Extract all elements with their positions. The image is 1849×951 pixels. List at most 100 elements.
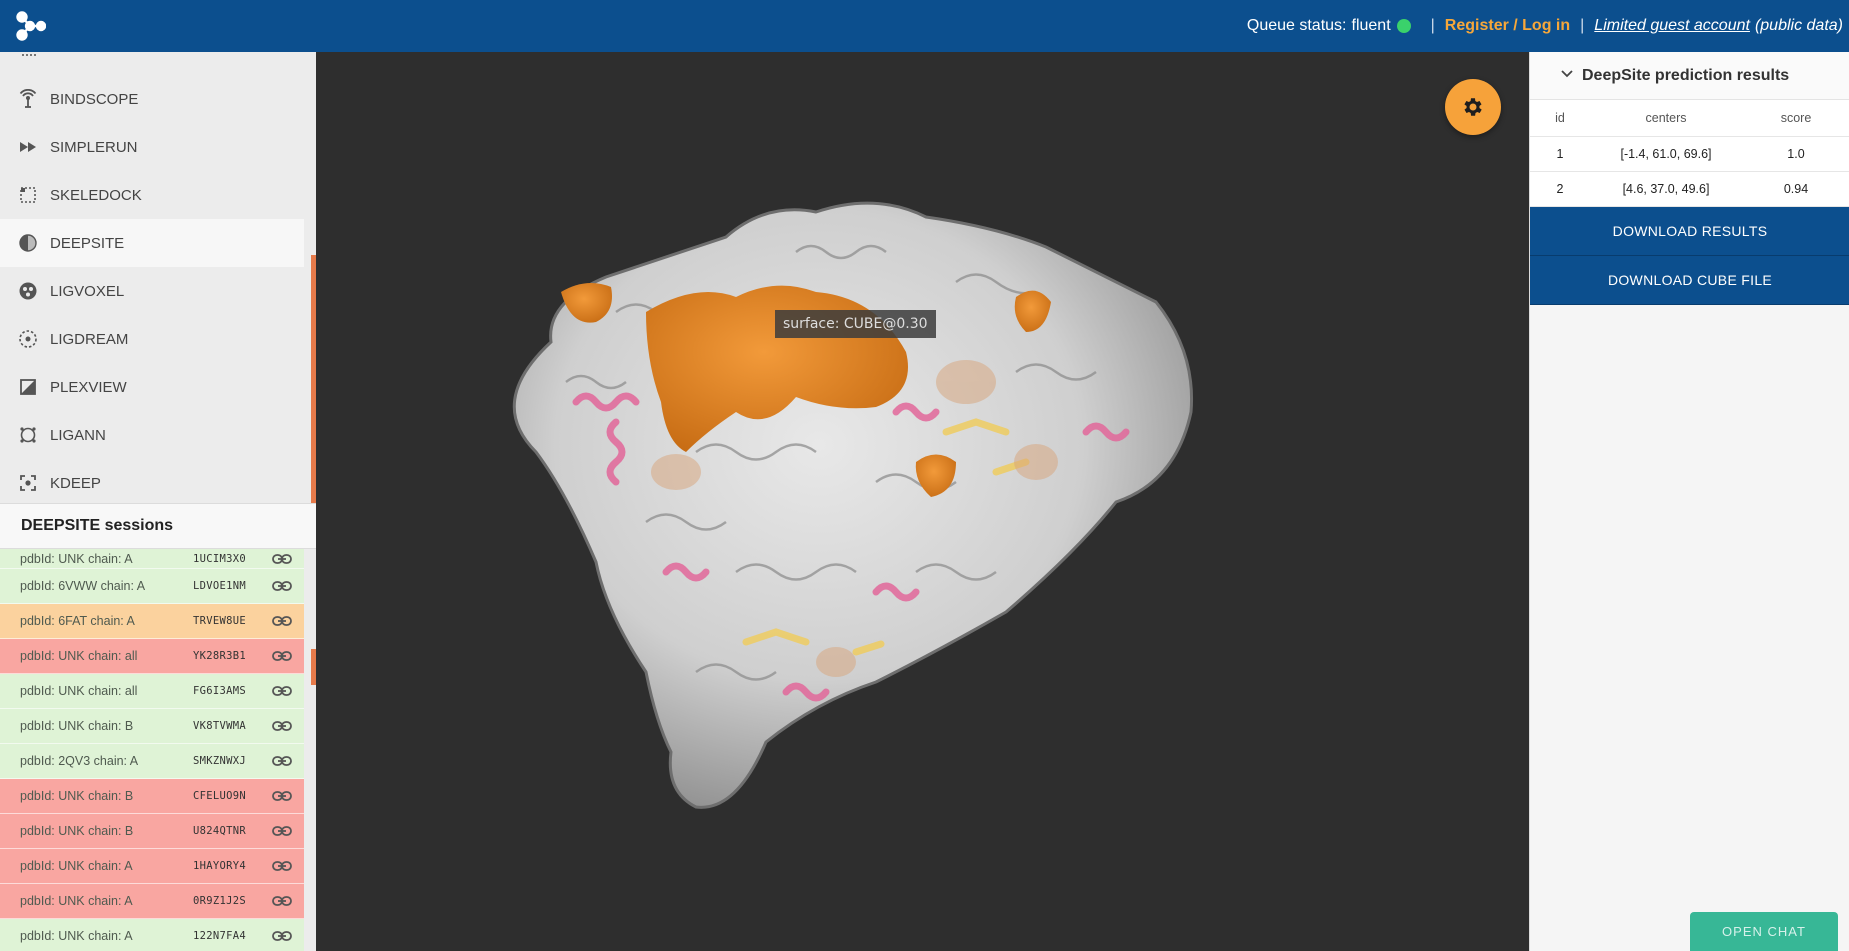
session-code: LDVOE1NM — [193, 580, 246, 592]
fast-forward-icon — [18, 137, 38, 157]
sidebar-item-label: LIGANN — [50, 426, 106, 444]
status-area: Queue status: fluent | Register / Log in… — [1247, 0, 1843, 52]
half-circle-icon — [18, 233, 38, 253]
sidebar-item-label: LIGDREAM — [50, 330, 129, 348]
cell-score: 0.94 — [1742, 171, 1849, 207]
link-icon[interactable] — [272, 614, 292, 628]
session-row[interactable]: pdbId: UNK chain: A 122N7FA4 — [0, 919, 304, 951]
session-code: YK28R3B1 — [193, 650, 246, 662]
scroll-stub — [22, 52, 36, 56]
session-label: pdbId: 6VWW chain: A — [20, 579, 146, 593]
sidebar-item-skeledock[interactable]: SKELEDOCK — [0, 171, 304, 219]
sessions-list: pdbId: UNK chain: A 1UCIM3X0 pdbId: 6VWW… — [0, 549, 304, 951]
table-row[interactable]: 2 [4.6, 37.0, 49.6] 0.94 — [1530, 171, 1849, 207]
plex-square-icon — [18, 377, 38, 397]
molecule-viewer[interactable]: surface: CUBE@0.30 — [316, 52, 1529, 951]
table-header-row: id centers score — [1530, 100, 1849, 137]
session-code: VK8TVWMA — [193, 720, 246, 732]
session-label: pdbId: UNK chain: all — [20, 684, 138, 698]
session-code: 0R9Z1J2S — [193, 895, 246, 907]
cell-centers: [4.6, 37.0, 49.6] — [1590, 171, 1742, 207]
link-icon[interactable] — [272, 894, 292, 908]
session-row[interactable]: pdbId: UNK chain: A 1HAYORY4 — [0, 849, 304, 884]
table-row[interactable]: 1 [-1.4, 61.0, 69.6] 1.0 — [1530, 136, 1849, 172]
sessions-title: DEEPSITE sessions — [0, 503, 316, 549]
open-chat-button[interactable]: OPEN CHAT — [1690, 912, 1838, 951]
session-label: pdbId: 2QV3 chain: A — [20, 754, 139, 768]
session-row[interactable]: pdbId: 6VWW chain: A LDVOE1NM — [0, 569, 304, 604]
link-icon[interactable] — [272, 824, 292, 838]
sidebar-item-label: PLEXVIEW — [50, 378, 127, 396]
guest-account-link[interactable]: Limited guest account — [1594, 17, 1750, 35]
column-header-centers: centers — [1590, 100, 1742, 137]
session-label: pdbId: 6FAT chain: A — [20, 614, 135, 628]
queue-status-label: Queue status: — [1246, 17, 1347, 34]
session-label: pdbId: UNK chain: B — [20, 719, 134, 733]
dotted-square-icon — [18, 185, 38, 205]
sidebar-item-ligann[interactable]: LIGANN — [0, 411, 304, 459]
session-label: pdbId: UNK chain: A — [20, 894, 133, 908]
link-icon[interactable] — [272, 719, 292, 733]
session-code: FG6I3AMS — [193, 685, 246, 697]
session-row[interactable]: pdbId: UNK chain: A 1UCIM3X0 — [0, 549, 304, 569]
sidebar-item-label: SKELEDOCK — [50, 186, 142, 204]
sidebar-item-bindscope[interactable]: BINDSCOPE — [0, 75, 304, 123]
antenna-icon — [18, 89, 38, 109]
sidebar-item-deepsite[interactable]: DEEPSITE — [0, 219, 304, 267]
link-icon[interactable] — [272, 929, 292, 943]
session-row[interactable]: pdbId: UNK chain: B VK8TVWMA — [0, 709, 304, 744]
session-row[interactable]: pdbId: 6FAT chain: A TRVEW8UE — [0, 604, 304, 639]
session-code: CFELUO9N — [193, 790, 246, 802]
protein-surface-render — [512, 201, 1194, 809]
results-panel-header[interactable]: DeepSite prediction results — [1530, 52, 1849, 100]
sidebar-item-label: SIMPLERUN — [50, 138, 138, 156]
sidebar-item-plexview[interactable]: PLEXVIEW — [0, 363, 304, 411]
sidebar-item-ligvoxel[interactable]: LIGVOXEL — [0, 267, 304, 315]
session-row[interactable]: pdbId: UNK chain: B U824QTNR — [0, 814, 304, 849]
session-label: pdbId: UNK chain: B — [20, 824, 134, 838]
cell-score: 1.0 — [1742, 136, 1849, 172]
link-icon[interactable] — [272, 684, 292, 698]
results-panel-title: DeepSite prediction results — [1582, 66, 1790, 84]
session-label: pdbId: UNK chain: A — [20, 929, 133, 943]
session-row[interactable]: pdbId: 2QV3 chain: A SMKZNWXJ — [0, 744, 304, 779]
dotted-circle-icon — [18, 329, 38, 349]
session-row[interactable]: pdbId: UNK chain: A 0R9Z1J2S — [0, 884, 304, 919]
sidebar: BINDSCOPE SIMPLERUN SKELEDOCK DEEPSITE L… — [0, 52, 316, 951]
chevron-down-icon — [1560, 67, 1574, 84]
download-results-button[interactable]: DOWNLOAD RESULTS — [1530, 206, 1849, 256]
link-icon[interactable] — [272, 859, 292, 873]
sidebar-item-simplerun[interactable]: SIMPLERUN — [0, 123, 304, 171]
separator: | — [1580, 17, 1585, 34]
link-icon[interactable] — [272, 754, 292, 768]
sidebar-item-ligdream[interactable]: LIGDREAM — [0, 315, 304, 363]
surface-tooltip: surface: CUBE@0.30 — [775, 310, 936, 338]
session-row[interactable]: pdbId: UNK chain: B CFELUO9N — [0, 779, 304, 814]
queue-status-dot-icon — [1396, 19, 1411, 33]
separator: | — [1430, 17, 1435, 34]
link-icon[interactable] — [272, 552, 292, 566]
link-icon[interactable] — [272, 789, 292, 803]
session-row[interactable]: pdbId: UNK chain: all FG6I3AMS — [0, 674, 304, 709]
voxel-circle-icon — [18, 281, 38, 301]
sidebar-item-label: LIGVOXEL — [50, 282, 125, 300]
session-code: 1HAYORY4 — [193, 860, 246, 872]
gear-icon — [1464, 98, 1482, 116]
top-bar: Queue status: fluent | Register / Log in… — [0, 0, 1849, 52]
app-logo-icon[interactable] — [14, 10, 46, 42]
download-cube-file-button[interactable]: DOWNLOAD CUBE FILE — [1530, 255, 1849, 305]
session-row[interactable]: pdbId: UNK chain: all YK28R3B1 — [0, 639, 304, 674]
sidebar-item-label: KDEEP — [50, 474, 101, 492]
sidebar-item-kdeep[interactable]: KDEEP — [0, 459, 304, 507]
cell-id: 1 — [1530, 136, 1590, 172]
cell-centers: [-1.4, 61.0, 69.6] — [1590, 136, 1742, 172]
link-icon[interactable] — [272, 579, 292, 593]
session-label: pdbId: UNK chain: A — [20, 551, 133, 566]
target-square-icon — [18, 473, 38, 493]
column-header-score: score — [1742, 100, 1849, 137]
settings-button[interactable] — [1445, 79, 1501, 135]
register-login-link[interactable]: Register / Log in — [1445, 17, 1570, 35]
session-label: pdbId: UNK chain: B — [20, 789, 134, 803]
sidebar-item-label: BINDSCOPE — [50, 90, 139, 108]
link-icon[interactable] — [272, 649, 292, 663]
